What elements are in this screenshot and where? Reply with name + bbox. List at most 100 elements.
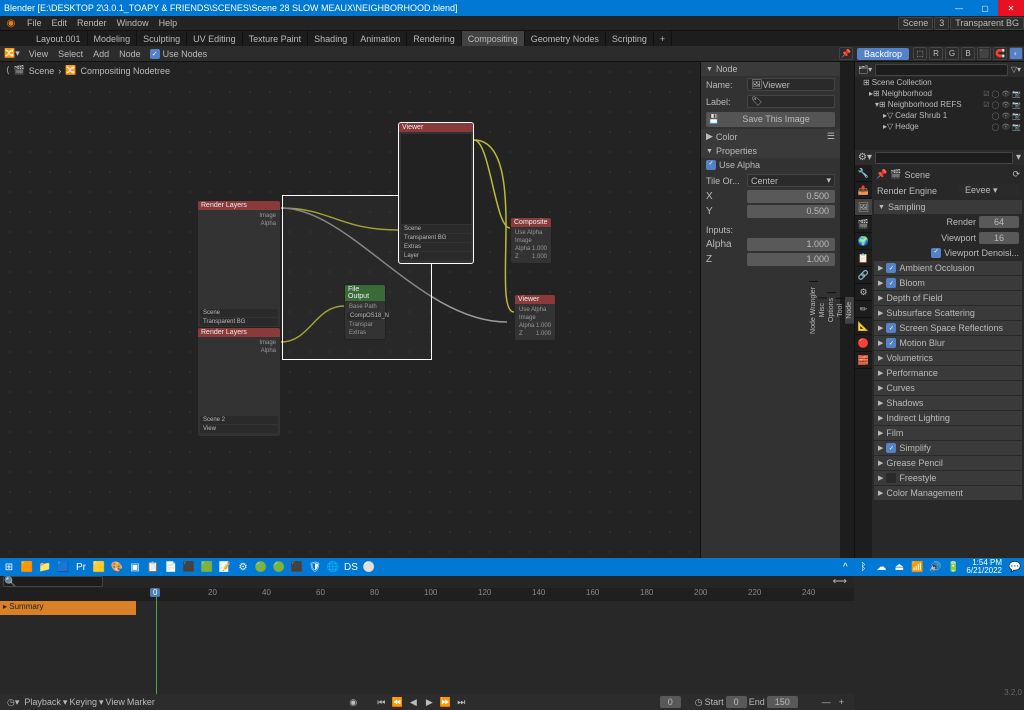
workspace-tab[interactable]: Texture Paint: [243, 31, 309, 46]
workspace-add-button[interactable]: +: [654, 31, 672, 46]
split-icon[interactable]: +: [833, 697, 850, 707]
task-icon[interactable]: 🌐: [324, 558, 342, 576]
jump-end-icon[interactable]: ⏭: [454, 697, 468, 708]
render-samples[interactable]: 64: [979, 216, 1019, 228]
viewer-node-small[interactable]: Viewer Use Alpha Image Alpha1.000 Z1.000: [514, 294, 556, 341]
property-section[interactable]: ▶Depth of Field: [874, 291, 1022, 305]
prop-tab[interactable]: 📤: [855, 182, 872, 199]
timeline-ruler[interactable]: 0 20 40 60 80 100 120 140 160 180 200 22…: [0, 588, 854, 601]
alpha-field[interactable]: 1.000: [747, 238, 835, 251]
render-layers-node[interactable]: Render Layers Image Alpha Scene Transpar…: [197, 200, 281, 330]
pin-icon[interactable]: 📌: [876, 169, 887, 180]
window-close-button[interactable]: ✕: [998, 0, 1024, 16]
expand-icon[interactable]: ⟷: [829, 576, 851, 587]
property-section[interactable]: ▶Grease Pencil: [874, 456, 1022, 470]
bluetooth-icon[interactable]: ᛒ: [854, 558, 872, 576]
panel-header-properties[interactable]: ▼Properties: [701, 144, 840, 158]
use-nodes-checkbox[interactable]: ✓ Use Nodes: [146, 49, 212, 59]
task-icon[interactable]: ⚙: [234, 558, 252, 576]
backdrop-button[interactable]: Backdrop: [857, 48, 909, 60]
end-frame[interactable]: 150: [767, 696, 798, 708]
property-section[interactable]: ▶✓Motion Blur: [874, 336, 1022, 350]
workspace-tab[interactable]: Rendering: [407, 31, 462, 46]
pin-icon[interactable]: 📌: [839, 47, 853, 60]
filter-icon[interactable]: ▽▾: [1011, 65, 1021, 74]
next-key-icon[interactable]: ⏩: [438, 697, 452, 708]
task-icon[interactable]: DS: [342, 558, 360, 576]
play-rev-icon[interactable]: ◀: [406, 697, 420, 708]
editor-type-icon[interactable]: ◷▾: [4, 697, 22, 708]
channel-a-icon[interactable]: ⬛: [977, 47, 991, 60]
properties-search[interactable]: [875, 152, 1013, 164]
prop-tab[interactable]: 📐: [855, 318, 872, 335]
window-maximize-button[interactable]: ▢: [972, 0, 998, 16]
panel-header-node[interactable]: ▼Node: [701, 62, 840, 76]
start-frame[interactable]: 0: [726, 696, 747, 708]
header-select[interactable]: Select: [53, 49, 88, 59]
viewlayer-selector[interactable]: Transparent BG: [950, 17, 1024, 30]
y-field[interactable]: 0.500: [747, 205, 835, 218]
prop-tab[interactable]: 📋: [855, 250, 872, 267]
outliner-mode-icon[interactable]: 🗂▾: [858, 65, 872, 74]
scene-count[interactable]: 3: [934, 17, 949, 30]
taskbar-clock[interactable]: 1:54 PM 6/21/2022: [962, 559, 1006, 575]
window-minimize-button[interactable]: —: [946, 0, 972, 16]
task-icon[interactable]: 🟦: [54, 558, 72, 576]
task-icon[interactable]: ⚪: [360, 558, 378, 576]
task-icon[interactable]: 🟢: [252, 558, 270, 576]
sidebar-tab-tool[interactable]: Tool: [836, 298, 845, 322]
workspace-tab[interactable]: Animation: [354, 31, 407, 46]
channel-b-icon[interactable]: B: [961, 47, 975, 60]
property-section[interactable]: ▶✓Bloom: [874, 276, 1022, 290]
section-sampling[interactable]: ▼Sampling: [874, 200, 1022, 214]
jump-start-icon[interactable]: ⏮: [374, 697, 388, 708]
onedrive-icon[interactable]: ☁: [872, 558, 890, 576]
sidebar-tab-node[interactable]: Node: [845, 296, 854, 324]
autokey-icon[interactable]: ◉: [346, 697, 360, 708]
task-icon[interactable]: 🟧: [18, 558, 36, 576]
notifications-icon[interactable]: 💬: [1006, 558, 1024, 576]
tile-order-select[interactable]: Center▾: [747, 174, 835, 187]
header-view[interactable]: View: [24, 49, 53, 59]
marker-menu[interactable]: Marker: [127, 697, 155, 707]
z-field[interactable]: 1.000: [747, 253, 835, 266]
property-section[interactable]: ▶✓Ambient Occlusion: [874, 261, 1022, 275]
composite-node[interactable]: Composite Use Alpha Image Alpha1.000 Z1.…: [510, 217, 552, 264]
file-output-node[interactable]: File Output Base Path CompOS18_N Transpa…: [344, 284, 386, 340]
prop-tab-render[interactable]: 🖼: [855, 199, 872, 216]
node-editor-canvas[interactable]: ⟨ 🎬 Scene › 🔀 Compositing Nodetree Rende…: [0, 62, 700, 558]
play-icon[interactable]: ▶: [422, 697, 436, 708]
task-icon[interactable]: ⬛: [180, 558, 198, 576]
prop-tab[interactable]: 🔧: [855, 165, 872, 182]
property-section[interactable]: ▶Subsurface Scattering: [874, 306, 1022, 320]
menu-window[interactable]: Window: [112, 18, 154, 28]
task-icon[interactable]: 📝: [216, 558, 234, 576]
range-icon[interactable]: ◷: [695, 697, 703, 708]
menu-render[interactable]: Render: [72, 18, 112, 28]
property-section[interactable]: ▶Performance: [874, 366, 1022, 380]
menu-edit[interactable]: Edit: [47, 18, 73, 28]
workspace-tab[interactable]: Modeling: [88, 31, 138, 46]
properties-mode-icon[interactable]: ⚙▾: [858, 152, 872, 163]
label-field[interactable]: 🏷: [747, 95, 835, 108]
workspace-tab[interactable]: Geometry Nodes: [525, 31, 606, 46]
task-icon[interactable]: 🛡: [306, 558, 324, 576]
prop-tab[interactable]: ✏: [855, 301, 872, 318]
name-field[interactable]: 🖼 Viewer: [747, 78, 835, 91]
channel-r-icon[interactable]: R: [929, 47, 943, 60]
playhead[interactable]: 0: [156, 588, 157, 694]
property-section[interactable]: ▶Curves: [874, 381, 1022, 395]
start-button[interactable]: ⊞: [0, 558, 18, 576]
render-layers-node[interactable]: Render Layers Image Alpha Scene 2 View: [197, 327, 281, 437]
task-icon[interactable]: 📄: [162, 558, 180, 576]
x-field[interactable]: 0.500: [747, 190, 835, 203]
task-icon[interactable]: Pr: [72, 558, 90, 576]
prop-tab[interactable]: 🧱: [855, 352, 872, 369]
timeline-area[interactable]: 0 20 40 60 80 100 120 140 160 180 200 22…: [0, 588, 854, 694]
refresh-icon[interactable]: ⟳: [1012, 169, 1020, 180]
workspace-tab[interactable]: Sculpting: [137, 31, 187, 46]
battery-icon[interactable]: 🔋: [944, 558, 962, 576]
property-section[interactable]: ▶Volumetrics: [874, 351, 1022, 365]
workspace-tab[interactable]: Layout.001: [30, 31, 88, 46]
property-section[interactable]: ▶Freestyle: [874, 471, 1022, 485]
